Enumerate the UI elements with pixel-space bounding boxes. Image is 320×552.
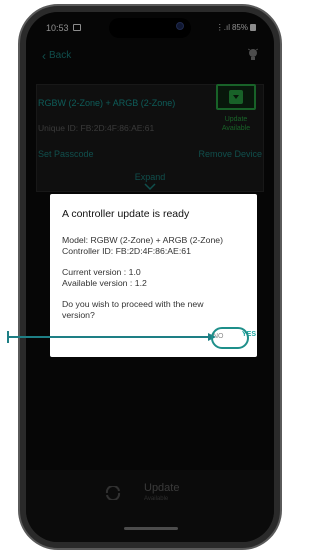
dialog-title: A controller update is ready [62, 208, 190, 220]
dialog-current-version: Current version : 1.0 [62, 267, 141, 277]
yes-highlight-ring [211, 327, 249, 349]
dialog-controller-id: Controller ID: FB:2D:4F:86:AE:61 [62, 246, 191, 256]
callout-line [8, 336, 214, 338]
dialog-model: Model: RGBW (2-Zone) + ARGB (2-Zone) [62, 235, 224, 245]
phone-screen: 10:53 ⋮.ıl 85% ‹ Back RGBW (2-Zone) + AR… [26, 12, 274, 542]
dialog-question-line1: Do you wish to proceed with the new [62, 299, 204, 309]
dialog-question-line2: version? [62, 310, 95, 320]
dialog-available-version: Available version : 1.2 [62, 278, 147, 288]
